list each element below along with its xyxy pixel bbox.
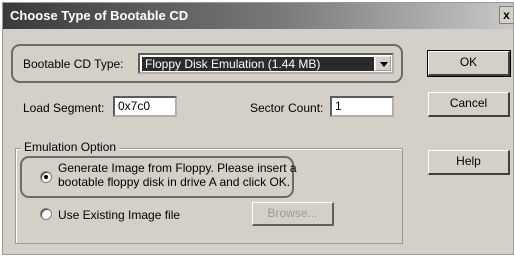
bootable-cd-type-select[interactable]: Floppy Disk Emulation (1.44 MB) bbox=[138, 53, 394, 74]
load-segment-label: Load Segment: bbox=[23, 101, 105, 115]
bootable-cd-type-selected-value: Floppy Disk Emulation (1.44 MB) bbox=[142, 57, 374, 71]
generate-image-label-line1[interactable]: Generate Image from Floppy. Please inser… bbox=[58, 161, 297, 175]
browse-button: Browse... bbox=[252, 202, 334, 226]
bootable-cd-type-label: Bootable CD Type: bbox=[23, 57, 124, 71]
use-existing-image-radio[interactable] bbox=[40, 208, 52, 220]
cancel-button[interactable]: Cancel bbox=[428, 92, 510, 117]
title-bar[interactable]: Choose Type of Bootable CD x bbox=[3, 3, 513, 29]
radio-selected-dot bbox=[44, 175, 48, 179]
load-segment-input[interactable]: 0x7c0 bbox=[113, 96, 177, 117]
ok-button[interactable]: OK bbox=[427, 50, 511, 77]
sector-count-label: Sector Count: bbox=[250, 101, 324, 115]
close-button[interactable]: x bbox=[499, 6, 513, 24]
dialog-title: Choose Type of Bootable CD bbox=[10, 8, 189, 23]
choose-bootable-cd-dialog: Choose Type of Bootable CD x Bootable CD… bbox=[2, 2, 514, 255]
dropdown-arrow-icon[interactable] bbox=[375, 56, 391, 71]
use-existing-image-label[interactable]: Use Existing Image file bbox=[58, 208, 180, 222]
generate-image-radio[interactable] bbox=[40, 171, 52, 183]
help-button[interactable]: Help bbox=[428, 150, 510, 175]
emulation-option-group-label: Emulation Option bbox=[21, 140, 120, 154]
generate-image-label-line2[interactable]: bootable floppy disk in drive A and clic… bbox=[58, 175, 290, 189]
sector-count-input[interactable]: 1 bbox=[330, 96, 394, 117]
